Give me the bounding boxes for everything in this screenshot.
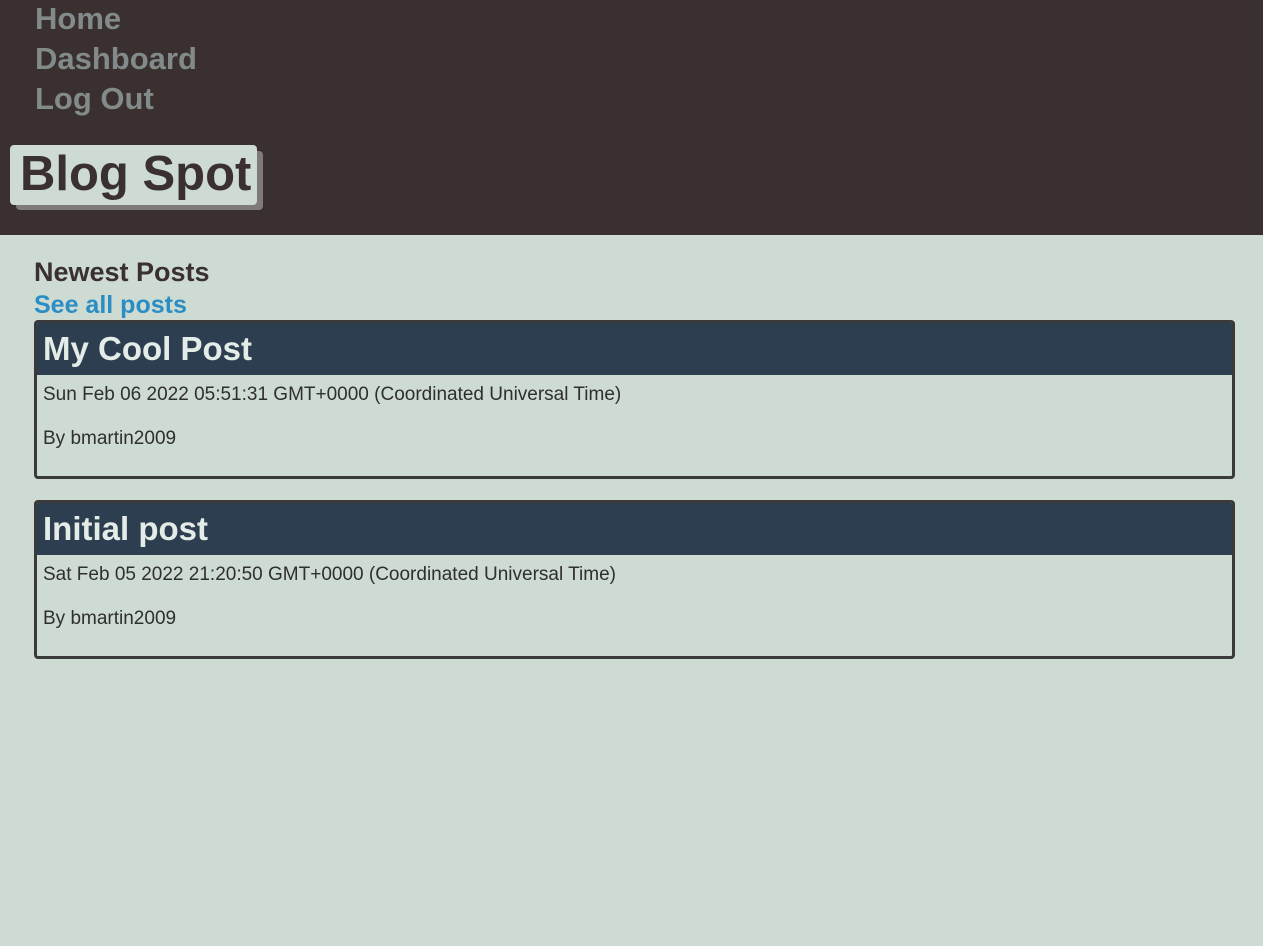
post-title[interactable]: My Cool Post <box>37 323 1232 375</box>
site-title: Blog Spot <box>10 145 257 205</box>
section-heading: Newest Posts <box>34 257 210 287</box>
main-nav: Home Dashboard Log Out <box>35 0 197 120</box>
nav-item-dashboard: Dashboard <box>35 40 197 80</box>
nav-item-home: Home <box>35 0 197 40</box>
post-card[interactable]: My Cool Post Sun Feb 06 2022 05:51:31 GM… <box>34 320 1235 479</box>
see-all-posts-link[interactable]: See all posts <box>34 289 187 321</box>
site-header: Home Dashboard Log Out Blog Spot <box>0 0 1263 235</box>
nav-link-logout[interactable]: Log Out <box>35 79 154 119</box>
nav-link-home[interactable]: Home <box>35 0 121 39</box>
site-logo: Blog Spot <box>10 145 263 210</box>
post-author: By bmartin2009 <box>43 608 177 629</box>
post-title[interactable]: Initial post <box>37 503 1232 555</box>
post-author: By bmartin2009 <box>43 428 177 449</box>
post-date: Sun Feb 06 2022 05:51:31 GMT+0000 (Coord… <box>43 384 622 405</box>
nav-item-logout: Log Out <box>35 80 197 120</box>
post-card[interactable]: Initial post Sat Feb 05 2022 21:20:50 GM… <box>34 500 1235 659</box>
nav-link-dashboard[interactable]: Dashboard <box>35 39 197 79</box>
post-date: Sat Feb 05 2022 21:20:50 GMT+0000 (Coord… <box>43 564 616 585</box>
